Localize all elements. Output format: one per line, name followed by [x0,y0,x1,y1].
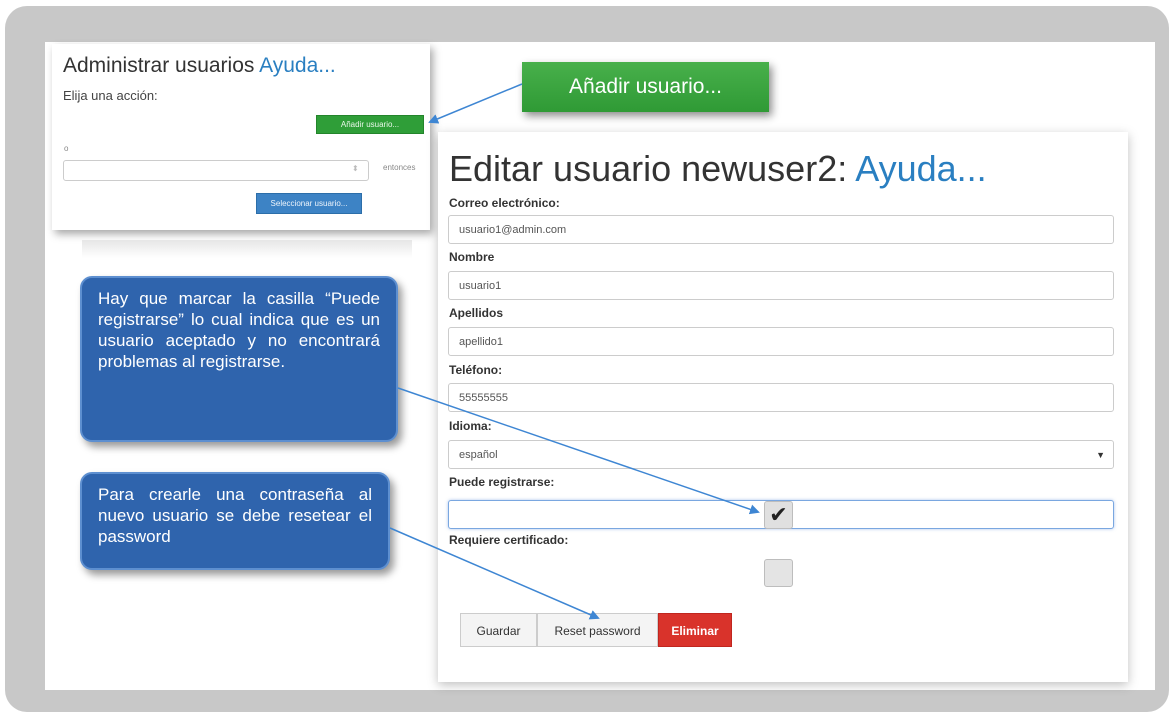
arrow-to-reset-password [389,527,600,620]
arrow-to-small-add-button [428,83,523,124]
arrow-to-can-register-checkbox [397,387,760,515]
annotation-arrows [389,83,760,620]
